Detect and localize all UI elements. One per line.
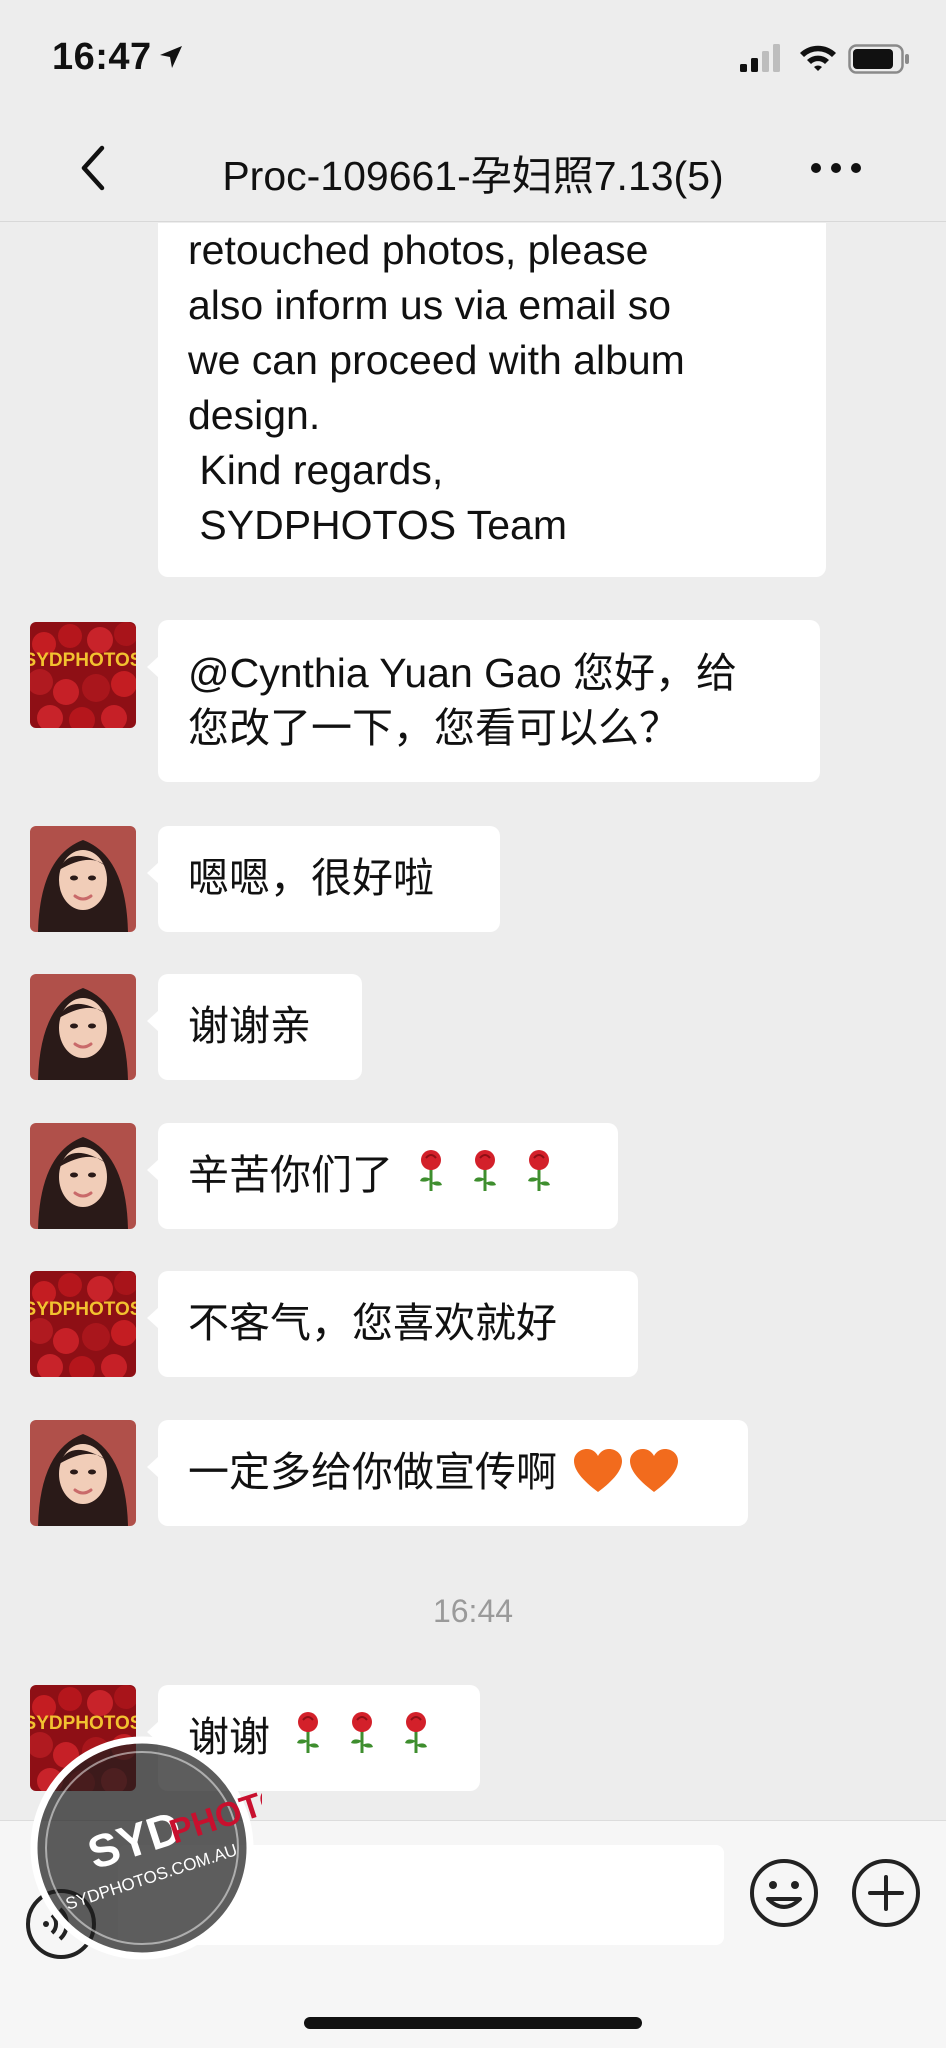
message-bubble[interactable]: 辛苦你们了 xyxy=(147,1123,618,1229)
message-line: also inform us via email so xyxy=(188,282,672,328)
user-portrait-icon xyxy=(30,826,136,932)
message-line: @Cynthia Yuan Gao 您好，给 xyxy=(188,650,738,696)
avatar-cynthia[interactable] xyxy=(30,1123,136,1229)
message-list[interactable]: retouched photos, please also inform us … xyxy=(0,223,946,1820)
message-text: 一定多给你做宣传啊 xyxy=(188,1449,557,1495)
avatar-sydphotos[interactable]: SYDPHOTOS xyxy=(30,622,136,728)
message-bubble[interactable]: 一定多给你做宣传啊 xyxy=(147,1420,748,1526)
message-line: 您改了一下，您看可以么？ xyxy=(188,705,680,751)
battery-icon xyxy=(848,44,909,74)
rose-emoji-icon xyxy=(351,1712,374,1753)
chat-header: Proc-109661-孕妇照7.13(5) xyxy=(0,110,946,222)
avatar-logo-text: SYDPHOTOS xyxy=(30,650,136,671)
avatar-sydphotos[interactable]: SYDPHOTOS xyxy=(30,1271,136,1377)
orange-heart-emoji-icon xyxy=(630,1449,679,1492)
rose-emoji-group xyxy=(404,1150,566,1198)
rose-emoji-icon xyxy=(297,1712,320,1753)
status-bar: 16:47 xyxy=(0,0,946,110)
avatar-logo-text: SYDPHOTOS xyxy=(30,1299,136,1320)
user-portrait-icon xyxy=(30,1123,136,1229)
message-bubble[interactable]: @Cynthia Yuan Gao 您好，给 您改了一下，您看可以么？ xyxy=(147,620,820,782)
more-options-button[interactable] xyxy=(808,160,864,176)
message-line: we can proceed with album xyxy=(188,337,685,383)
rose-emoji-icon xyxy=(528,1150,551,1191)
orange-heart-emoji-icon xyxy=(574,1449,623,1492)
rose-emoji-icon xyxy=(420,1150,443,1191)
avatar-cynthia[interactable] xyxy=(30,826,136,932)
home-indicator xyxy=(304,2017,642,2029)
sydphotos-watermark: SYD PHOTOS SYDPHOTOS.COM.AU xyxy=(30,1736,262,1960)
sydphotos-logo-icon: SYDPHOTOS xyxy=(30,1271,136,1377)
emoji-button[interactable] xyxy=(748,1857,820,1929)
plus-button[interactable] xyxy=(850,1857,922,1929)
message-line: SYDPHOTOS Team xyxy=(188,502,567,548)
avatar-cynthia[interactable] xyxy=(30,1420,136,1526)
message-bubble[interactable]: 不客气，您喜欢就好 xyxy=(147,1271,638,1377)
cellular-signal-icon xyxy=(740,44,780,72)
location-arrow-icon xyxy=(160,46,182,68)
wifi-icon xyxy=(800,45,836,71)
message-bubble[interactable]: retouched photos, please also inform us … xyxy=(158,223,826,577)
heart-emoji-group xyxy=(568,1449,680,1495)
avatar-cynthia[interactable] xyxy=(30,974,136,1080)
rose-emoji-icon xyxy=(405,1712,428,1753)
message-line: design. xyxy=(188,392,321,438)
message-text: 嗯嗯，很好啦 xyxy=(188,855,434,901)
time-divider: 16:44 xyxy=(432,1593,514,1629)
message-bubble[interactable]: 嗯嗯，很好啦 xyxy=(147,826,500,932)
message-text: 不客气，您喜欢就好 xyxy=(188,1300,557,1346)
message-text: 谢谢亲 xyxy=(188,1003,311,1049)
message-line: retouched photos, please xyxy=(188,227,649,273)
user-portrait-icon xyxy=(30,974,136,1080)
message-line: Kind regards, xyxy=(188,447,444,493)
user-portrait-icon xyxy=(30,1420,136,1526)
status-time: 16:47 xyxy=(52,36,152,78)
rose-emoji-icon xyxy=(474,1150,497,1191)
chat-title: Proc-109661-孕妇照7.13(5) xyxy=(222,153,724,199)
rose-emoji-group xyxy=(281,1712,443,1760)
sydphotos-logo-icon: SYDPHOTOS xyxy=(30,622,136,728)
message-bubble[interactable]: 谢谢亲 xyxy=(147,974,362,1080)
message-text: 辛苦你们了 xyxy=(188,1152,393,1198)
